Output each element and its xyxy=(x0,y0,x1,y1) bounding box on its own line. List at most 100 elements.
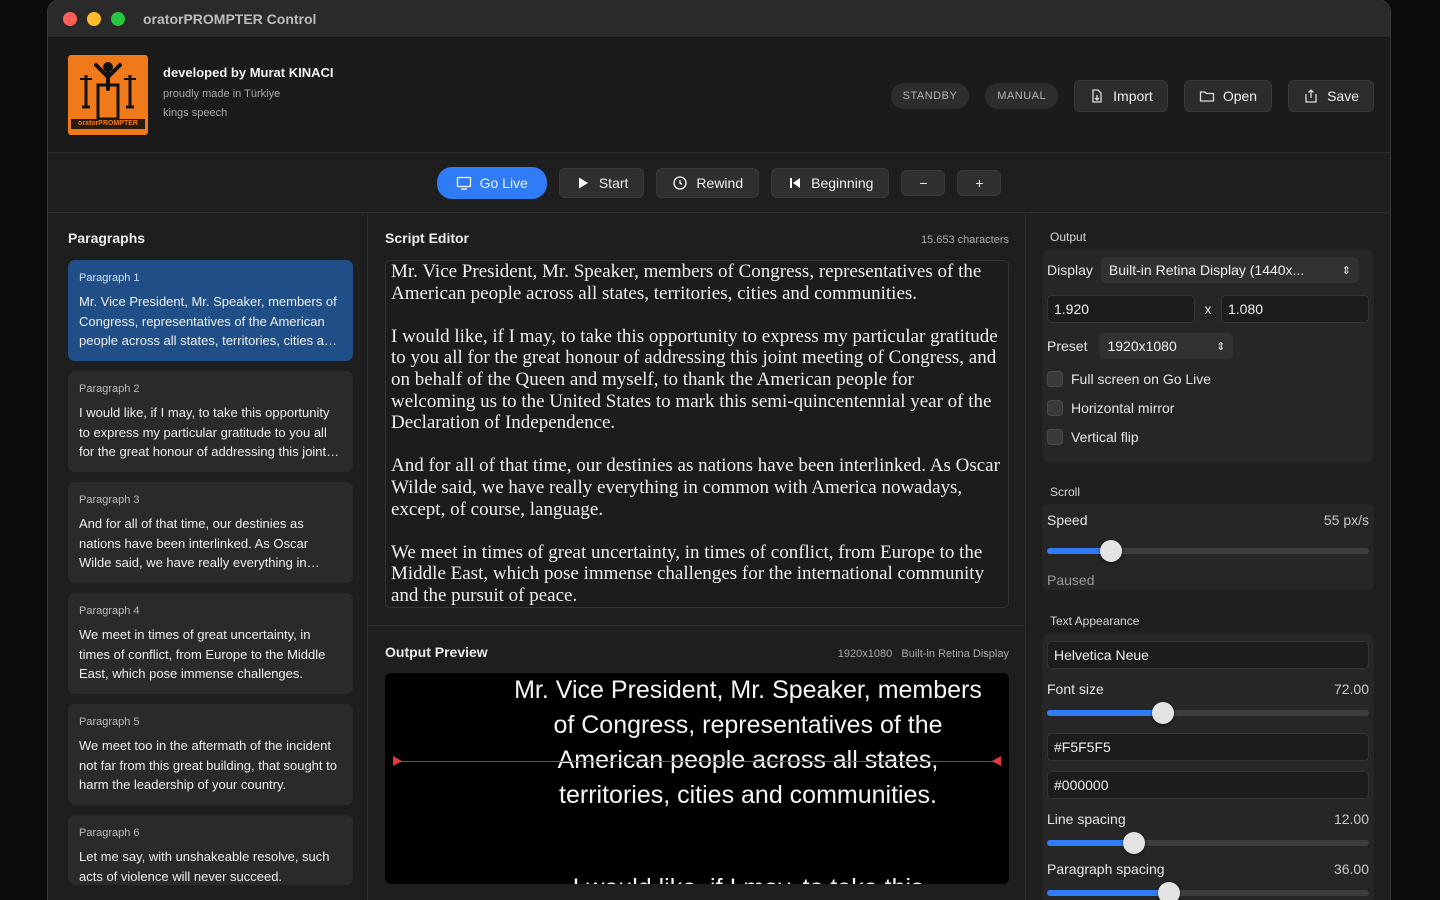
slider-knob[interactable] xyxy=(1122,832,1145,854)
paragraph-heading: Paragraph 6 xyxy=(79,827,140,839)
paragraph-spacing-label: Paragraph spacing xyxy=(1047,861,1165,877)
font-size-row: Font size 72.00 xyxy=(1047,681,1369,697)
display-select[interactable]: Built-in Retina Display (1440x... ⇕ xyxy=(1100,257,1359,283)
slider-knob[interactable] xyxy=(1158,882,1181,900)
settings-panel: Output Display Built-in Retina Display (… xyxy=(1026,212,1390,900)
paragraph-item[interactable]: Paragraph 3 And for all of that time, ou… xyxy=(68,482,353,583)
panel-divider xyxy=(368,625,1025,626)
slider-fill xyxy=(1047,840,1134,846)
open-button[interactable]: Open xyxy=(1183,80,1273,112)
text-color-field[interactable]: #F5F5F5 xyxy=(1047,733,1369,761)
font-size-label: Font size xyxy=(1047,681,1104,697)
mirror-label: Horizontal mirror xyxy=(1071,400,1175,416)
paragraph-text: We meet too in the aftermath of the inci… xyxy=(79,738,337,792)
times-label: x xyxy=(1204,301,1212,317)
paragraph-heading: Paragraph 2 xyxy=(79,383,140,395)
script-paragraph: Mr. Vice President, Mr. Speaker, members… xyxy=(391,261,982,304)
resolution-row: 1.920 x 1.080 xyxy=(1047,295,1369,323)
line-spacing-slider[interactable] xyxy=(1047,832,1369,854)
paragraph-item[interactable]: Paragraph 6 Let me say, with unshakeable… xyxy=(68,815,353,885)
window-controls xyxy=(63,11,125,26)
paragraph-spacing-value: 36.00 xyxy=(1333,861,1369,877)
preset-select[interactable]: 1920x1080 ⇕ xyxy=(1099,333,1234,359)
preview-next-text: I would like, if I may, to take this xyxy=(501,871,995,884)
flip-label: Vertical flip xyxy=(1071,429,1139,445)
speed-row: Speed 55 px/s xyxy=(1047,512,1369,528)
zoom-window-button[interactable] xyxy=(111,11,125,26)
paragraph-item[interactable]: Paragraph 4 We meet in times of great un… xyxy=(68,593,353,694)
width-field[interactable]: 1.920 xyxy=(1047,295,1195,323)
height-field[interactable]: 1.080 xyxy=(1221,295,1369,323)
output-preview: Mr. Vice President, Mr. Speaker, members… xyxy=(385,673,1009,884)
paragraphs-title: Paragraphs xyxy=(68,230,146,246)
line-spacing-row: Line spacing 12.00 xyxy=(1047,811,1369,827)
speed-slider[interactable] xyxy=(1047,540,1369,562)
output-section-title: Output xyxy=(1050,230,1087,244)
paragraph-heading: Paragraph 3 xyxy=(79,494,140,506)
preview-resolution: 1920x1080 xyxy=(837,648,893,660)
preset-label: Preset xyxy=(1047,338,1088,354)
developer-name: developed by Murat KINACI xyxy=(163,64,334,80)
scroll-card: Speed 55 px/s Paused xyxy=(1042,504,1374,590)
import-icon xyxy=(1092,89,1102,103)
paragraph-spacing-row: Paragraph spacing 36.00 xyxy=(1047,861,1369,877)
rewind-button[interactable]: Rewind xyxy=(656,167,760,198)
rewind-icon xyxy=(673,175,688,190)
close-window-button[interactable] xyxy=(63,11,77,26)
beginning-button[interactable]: Beginning xyxy=(771,167,890,198)
preview-header: Output Preview 1920x1080 Built-in Retina… xyxy=(385,644,1009,660)
background-color-field[interactable]: #000000 xyxy=(1047,771,1369,799)
import-button[interactable]: Import xyxy=(1074,80,1168,112)
save-label: Save xyxy=(1327,88,1359,104)
skip-to-start-icon xyxy=(790,177,801,188)
scroll-section-title: Scroll xyxy=(1050,485,1081,499)
speed-label: Speed xyxy=(1047,512,1088,528)
minimize-window-button[interactable] xyxy=(87,11,101,26)
mirror-checkbox[interactable] xyxy=(1047,400,1063,416)
editor-panel: Script Editor 15.653 characters Mr. Vice… xyxy=(368,212,1026,900)
script-paragraph: And for all of that time, our destinies … xyxy=(391,455,1000,520)
flip-checkbox[interactable] xyxy=(1047,429,1063,445)
fullscreen-option[interactable]: Full screen on Go Live xyxy=(1047,371,1369,387)
font-size-slider[interactable] xyxy=(1047,702,1369,724)
increase-button[interactable]: + xyxy=(957,169,1002,196)
paragraph-spacing-slider[interactable] xyxy=(1047,882,1369,900)
guide-right-marker-icon xyxy=(992,756,1001,766)
display-row: Display Built-in Retina Display (1440x..… xyxy=(1047,257,1369,283)
transport-toolbar: Go Live Start Rewind Beginning − + xyxy=(48,153,1390,213)
font-field[interactable]: Helvetica Neue xyxy=(1047,641,1369,669)
start-button[interactable]: Start xyxy=(558,167,645,198)
logo-wordmark: oratorPROMPTER xyxy=(71,119,145,129)
slider-knob[interactable] xyxy=(1100,540,1123,562)
paragraph-text: We meet in times of great uncertainty, i… xyxy=(79,627,326,681)
line-spacing-label: Line spacing xyxy=(1047,811,1126,827)
line-spacing-value: 12.00 xyxy=(1333,811,1369,827)
window-title: oratorPROMPTER Control xyxy=(143,10,317,27)
preset-row: Preset 1920x1080 ⇕ xyxy=(1047,333,1369,359)
up-down-chevron-icon: ⇕ xyxy=(1216,340,1226,353)
paragraph-item[interactable]: Paragraph 5 We meet too in the aftermath… xyxy=(68,704,353,805)
paragraph-heading: Paragraph 1 xyxy=(79,272,140,284)
open-label: Open xyxy=(1222,88,1258,104)
appearance-card: Helvetica Neue Font size 72.00 #F5F5F5 #… xyxy=(1042,633,1374,900)
go-live-button[interactable]: Go Live xyxy=(436,166,547,199)
slider-knob[interactable] xyxy=(1151,702,1174,724)
mirror-option[interactable]: Horizontal mirror xyxy=(1047,400,1369,416)
decrease-button[interactable]: − xyxy=(901,169,946,196)
script-editor-textarea[interactable]: Mr. Vice President, Mr. Speaker, members… xyxy=(385,260,1009,608)
fullscreen-checkbox[interactable] xyxy=(1047,371,1063,387)
beginning-label: Beginning xyxy=(811,174,874,191)
paragraph-item[interactable]: Paragraph 2 I would like, if I may, to t… xyxy=(68,371,353,472)
paragraph-heading: Paragraph 4 xyxy=(79,605,140,617)
paragraph-heading: Paragraph 5 xyxy=(79,716,140,728)
paragraph-text: And for all of that time, our destinies … xyxy=(79,516,309,570)
slider-fill xyxy=(1047,890,1170,896)
app-window: oratorPROMPTER Control oratorPROMPTER de… xyxy=(48,0,1390,900)
display-label: Display xyxy=(1047,262,1093,278)
paragraph-item[interactable]: Paragraph 1 Mr. Vice President, Mr. Spea… xyxy=(68,260,353,361)
script-paragraph: We meet in times of great uncertainty, i… xyxy=(391,541,985,606)
preview-display: Built-in Retina Display xyxy=(901,648,1009,660)
paragraph-text: Mr. Vice President, Mr. Speaker, members… xyxy=(79,294,339,348)
flip-option[interactable]: Vertical flip xyxy=(1047,429,1369,445)
save-button[interactable]: Save xyxy=(1288,80,1374,112)
